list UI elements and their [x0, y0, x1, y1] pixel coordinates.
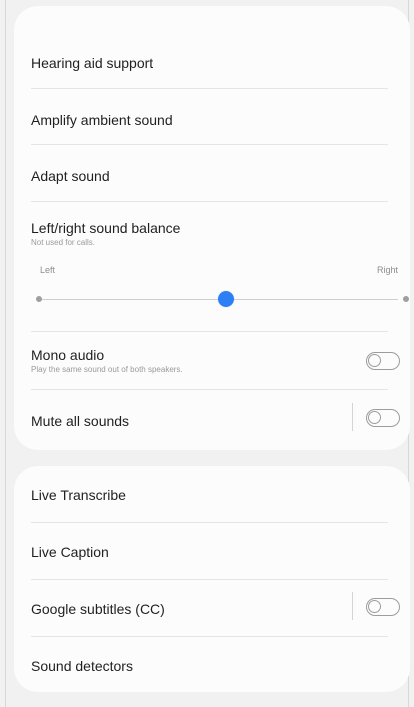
toggle-knob [368, 411, 381, 424]
adapt-sound-label: Adapt sound [31, 168, 110, 184]
hearing-aid-support-label: Hearing aid support [31, 55, 154, 71]
hearing-aid-support-item[interactable]: Hearing aid support [14, 6, 410, 89]
adapt-sound-item[interactable]: Adapt sound [14, 145, 410, 202]
settings-screen: Hearing aid support Amplify ambient soun… [5, 0, 410, 707]
sound-detectors-label: Sound detectors [31, 658, 133, 674]
sound-detectors-item[interactable]: Sound detectors [14, 637, 410, 692]
live-transcribe-label: Live Transcribe [31, 487, 126, 503]
toggle-knob [368, 600, 381, 613]
balance-left-label: Left [40, 265, 56, 275]
mute-all-sounds-item[interactable]: Mute all sounds [14, 390, 410, 450]
mute-all-sounds-label: Mute all sounds [31, 413, 130, 429]
mono-audio-item[interactable]: Mono audio Play the same sound out of bo… [14, 332, 410, 390]
slider-right-end [403, 296, 409, 302]
live-transcribe-item[interactable]: Live Transcribe [14, 466, 410, 523]
live-caption-label: Live Caption [31, 544, 109, 560]
mute-all-sounds-toggle[interactable] [366, 409, 400, 427]
mono-audio-toggle[interactable] [366, 352, 400, 370]
balance-right-label: Right [376, 265, 398, 275]
sound-balance-label: Left/right sound balance [31, 220, 181, 236]
toggle-separator [352, 592, 353, 620]
toggle-separator [352, 403, 353, 431]
google-subtitles-item[interactable]: Google subtitles (CC) [14, 580, 410, 637]
google-subtitles-label: Google subtitles (CC) [31, 601, 165, 617]
mono-audio-label: Mono audio [31, 347, 105, 363]
sound-balance-subtitle: Not used for calls. [31, 238, 96, 247]
captions-settings-card: Live Transcribe Live Caption Google subt… [14, 466, 410, 692]
amplify-ambient-sound-label: Amplify ambient sound [31, 112, 173, 128]
toggle-knob [368, 354, 381, 367]
mono-audio-subtitle: Play the same sound out of both speakers… [31, 365, 183, 374]
live-caption-item[interactable]: Live Caption [14, 523, 410, 580]
amplify-ambient-sound-item[interactable]: Amplify ambient sound [14, 89, 410, 145]
google-subtitles-toggle[interactable] [366, 598, 400, 616]
sound-balance-item: Left/right sound balance Not used for ca… [14, 202, 410, 332]
hearing-settings-card: Hearing aid support Amplify ambient soun… [14, 6, 410, 450]
slider-left-end [36, 296, 42, 302]
